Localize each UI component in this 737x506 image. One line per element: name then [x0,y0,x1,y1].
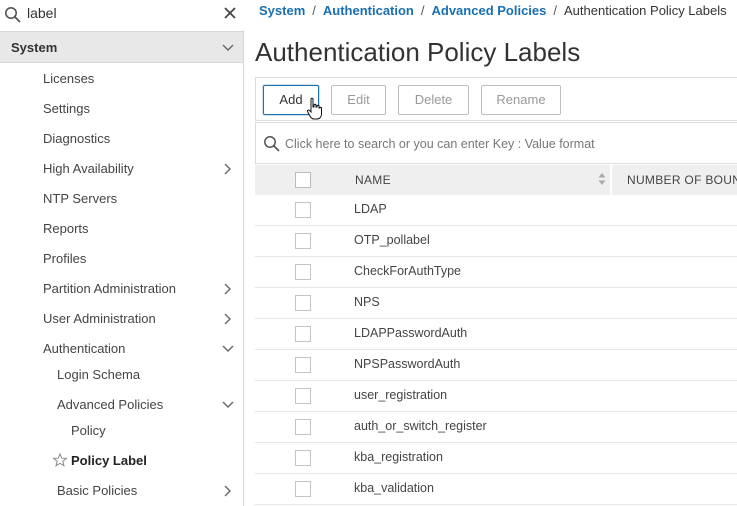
sidebar-item-policy-label[interactable]: Policy Label [53,446,243,476]
table-search-input[interactable]: Click here to search or you can enter Ke… [285,137,595,151]
select-all-checkbox[interactable] [295,172,311,188]
table-body: LDAP OTP_pollabel CheckForAuthType NPS L… [255,195,737,505]
nav-search-box[interactable]: label [0,0,244,30]
sidebar-item-label: Policy Label [71,453,147,468]
chevron-right-icon [224,313,231,325]
search-icon [5,7,21,23]
breadcrumb-separator: / [312,3,316,18]
table-header: NAME NUMBER OF BOUND [255,165,737,195]
breadcrumb-link-authentication[interactable]: Authentication [323,3,414,18]
row-name: NPSPasswordAuth [354,357,461,371]
table-row[interactable]: OTP_pollabel [255,226,737,257]
row-checkbox[interactable] [295,419,311,435]
clear-search-icon[interactable] [222,5,238,21]
sidebar-item-partition-administration[interactable]: Partition Administration [43,274,243,304]
sidebar-item-label: User Administration [43,311,156,326]
sidebar-item-diagnostics[interactable]: Diagnostics [43,124,243,154]
breadcrumb-separator: / [553,3,558,18]
table-row[interactable]: user_registration [255,381,737,412]
sidebar-item-system[interactable]: System [0,31,243,63]
sidebar-item-label: Advanced Policies [57,397,164,412]
sort-icon[interactable] [597,170,607,188]
sidebar-item-profiles[interactable]: Profiles [43,244,243,274]
row-checkbox[interactable] [295,357,311,373]
sidebar-item-label: Partition Administration [43,281,176,296]
row-name: LDAP [354,202,387,216]
row-name: CheckForAuthType [354,264,461,278]
page-title: Authentication Policy Labels [255,37,581,67]
sidebar-item-basic-policies[interactable]: Basic Policies [57,476,243,506]
sidebar-item-label: Login Schema [57,367,141,382]
sidebar-item-label: System [11,40,58,55]
sidebar-item-label: Diagnostics [43,131,111,146]
breadcrumb-current: Authentication Policy Labels [564,3,727,18]
sidebar-item-policy[interactable]: Policy [71,416,243,446]
edit-button[interactable]: Edit [331,85,386,115]
search-icon [264,136,280,152]
sidebar-item-label: Licenses [43,71,95,86]
sidebar-item-user-administration[interactable]: User Administration [43,304,243,334]
chevron-down-icon [222,401,234,408]
row-checkbox[interactable] [295,295,311,311]
sidebar-item-label: Basic Policies [57,483,138,498]
row-name: user_registration [354,388,448,402]
sidebar-item-label: Profiles [43,251,87,266]
nav-search-input[interactable]: label [27,5,57,21]
sidebar-item-reports[interactable]: Reports [43,214,243,244]
table-row[interactable]: kba_registration [255,443,737,474]
table-row[interactable]: kba_validation [255,474,737,505]
star-icon[interactable] [53,453,67,467]
sidebar-item-licenses[interactable]: Licenses [43,64,243,94]
chevron-right-icon [224,163,231,175]
table-search-bar[interactable]: Click here to search or you can enter Ke… [255,122,737,164]
row-checkbox[interactable] [295,202,311,218]
column-header-number-of-bound[interactable]: NUMBER OF BOUND [627,173,737,187]
row-name: LDAPPasswordAuth [354,326,468,340]
row-name: NPS [354,295,380,309]
row-name: kba_validation [354,481,434,495]
row-checkbox[interactable] [295,388,311,404]
table-row[interactable]: NPSPasswordAuth [255,350,737,381]
column-divider [610,165,612,195]
sidebar-item-high-availability[interactable]: High Availability [43,154,243,184]
sidebar-item-label: High Availability [43,161,134,176]
delete-button[interactable]: Delete [398,85,469,115]
row-name: auth_or_switch_register [354,419,487,433]
row-checkbox[interactable] [295,450,311,466]
sidebar-item-settings[interactable]: Settings [43,94,243,124]
sidebar-item-label: Settings [43,101,90,116]
sidebar-item-login-schema[interactable]: Login Schema [57,360,243,390]
chevron-right-icon [224,283,231,295]
breadcrumb-link-advanced-policies[interactable]: Advanced Policies [432,3,547,18]
rename-button[interactable]: Rename [481,85,561,115]
table-row[interactable]: LDAPPasswordAuth [255,319,737,350]
chevron-right-icon [224,485,231,497]
toolbar: Add Edit Delete Rename [255,77,737,121]
sidebar-item-label: Policy [71,423,106,438]
sidebar-item-label: NTP Servers [43,191,118,206]
main-content: System / Authentication / Advanced Policies /… [245,0,737,506]
row-checkbox[interactable] [295,326,311,342]
row-checkbox[interactable] [295,233,311,249]
sidebar-item-ntp-servers[interactable]: NTP Servers [43,184,243,214]
sidebar: label System Licenses Settings Diagnosti… [0,0,244,506]
sidebar-item-label: Authentication [43,341,126,356]
row-name: kba_registration [354,450,443,464]
sidebar-item-label: Reports [43,221,89,236]
row-checkbox[interactable] [295,481,311,497]
row-checkbox[interactable] [295,264,311,280]
table-row[interactable]: NPS [255,288,737,319]
table-row[interactable]: auth_or_switch_register [255,412,737,443]
chevron-down-icon [222,345,234,352]
table-row[interactable]: CheckForAuthType [255,257,737,288]
breadcrumb-link-system[interactable]: System [259,3,305,18]
table-row[interactable]: LDAP [255,195,737,226]
breadcrumb-separator: / [420,3,425,18]
hand-cursor-icon [306,97,322,120]
row-name: OTP_pollabel [354,233,430,247]
breadcrumb: System / Authentication / Advanced Policies /… [259,3,727,18]
chevron-down-icon [222,44,234,51]
column-header-name[interactable]: NAME [355,173,391,187]
